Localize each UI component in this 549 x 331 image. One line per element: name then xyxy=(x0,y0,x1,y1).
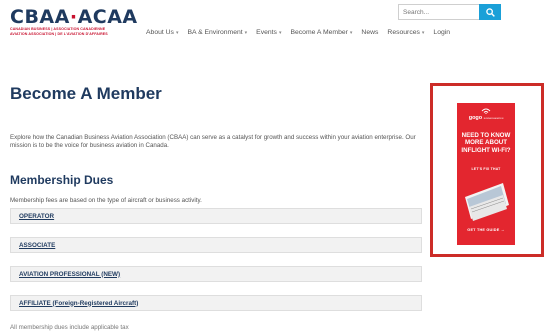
page-title: Become A Member xyxy=(10,84,162,103)
site-logo[interactable]: CBAA·ACAA CANADIAN BUSINESS | ASSOCIATIO… xyxy=(10,7,138,36)
nav-events[interactable]: Events ▾ xyxy=(256,29,281,36)
membership-dues-heading: Membership Dues xyxy=(10,173,114,187)
ad-headline: NEED TO KNOW MORE ABOUT INFLIGHT WI-FI? xyxy=(461,132,511,154)
chevron-down-icon: ▾ xyxy=(349,29,353,36)
nav-ba-environment[interactable]: BA & Environment ▾ xyxy=(187,29,247,36)
search-button[interactable] xyxy=(479,4,501,20)
chevron-down-icon: ▾ xyxy=(175,29,179,36)
ad-subheadline: LET'S FIX THAT xyxy=(471,167,501,171)
dues-footnote: All membership dues include applicable t… xyxy=(10,324,129,331)
gogo-logo: gogo BUSINESS AVIATION xyxy=(457,108,515,121)
nav-about-us[interactable]: About Us ▾ xyxy=(146,29,178,36)
search-input[interactable] xyxy=(398,4,479,20)
main-nav: About Us ▾ BA & Environment ▾ Events ▾ Beco… xyxy=(146,29,450,36)
nav-resources[interactable]: Resources ▾ xyxy=(387,29,424,36)
intro-paragraph: Explore how the Canadian Business Aviati… xyxy=(10,134,416,150)
gogo-ad-banner[interactable]: gogo BUSINESS AVIATION NEED TO KNOW MORE… xyxy=(457,103,515,245)
accordion-associate[interactable]: ASSOCIATE xyxy=(10,237,422,253)
get-the-guide-link[interactable]: GET THE GUIDE → xyxy=(457,228,515,232)
search-icon xyxy=(485,7,495,17)
chevron-down-icon: ▾ xyxy=(421,29,425,36)
chevron-down-icon: ▾ xyxy=(244,29,248,36)
nav-become-a-member[interactable]: Become A Member ▾ xyxy=(290,29,352,36)
logo-wordmark: CBAA·ACAA xyxy=(10,6,138,28)
brochure-image xyxy=(465,183,509,221)
nav-login[interactable]: Login xyxy=(433,29,450,36)
arrow-right-icon: → xyxy=(500,228,505,232)
membership-dues-description: Membership fees are based on the type of… xyxy=(10,197,202,204)
wifi-icon xyxy=(481,108,491,114)
logo-subline-2: AVIATION ASSOCIATION | DE L'AVIATION D'A… xyxy=(10,31,108,36)
accordion-affiliate[interactable]: AFFILIATE (Foreign-Registered Aircraft) xyxy=(10,295,422,311)
search-bar xyxy=(398,4,501,20)
chevron-down-icon: ▾ xyxy=(278,29,282,36)
accordion-operator[interactable]: OPERATOR xyxy=(10,208,422,224)
nav-news[interactable]: News xyxy=(361,29,378,36)
accordion-aviation-professional[interactable]: AVIATION PROFESSIONAL (NEW) xyxy=(10,266,422,282)
